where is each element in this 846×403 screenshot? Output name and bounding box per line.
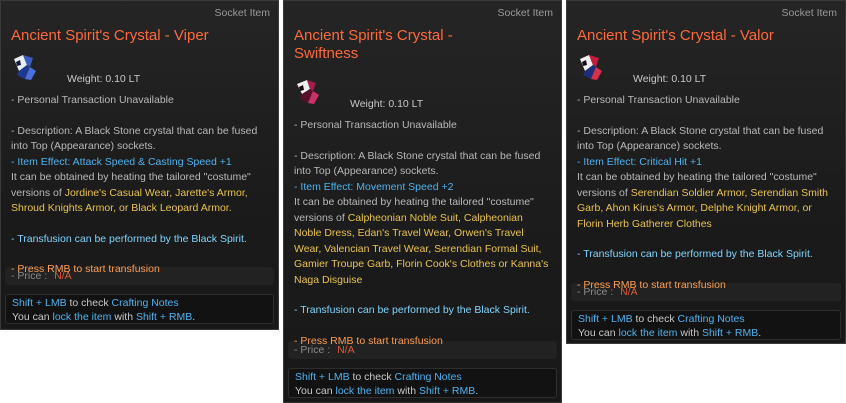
crystal-valor-icon[interactable]	[577, 53, 605, 83]
item-effect-line: - Item Effect: Movement Speed +2	[294, 180, 454, 193]
description-line-1: - Description: A Black Stone crystal tha…	[294, 149, 541, 162]
obtain-prefix: versions of	[577, 186, 631, 199]
weight-label: Weight: 0.10 LT	[633, 73, 707, 85]
price-value: N/A	[54, 270, 72, 282]
shift-rmb-key[interactable]: Shift + RMB	[419, 385, 475, 397]
crafting-notes-hint: Shift + LMB to check Crafting Notes You …	[288, 368, 557, 398]
tooltip-swiftness: Socket Item Ancient Spirit's Crystal - S…	[283, 0, 562, 403]
obtain-items: versions of Serendian Soldier Armor, Ser…	[577, 186, 837, 233]
description-line-2: into Top (Appearance) sockets.	[294, 165, 439, 177]
price-row: - Price : N/A	[288, 341, 557, 359]
price-label: - Price :	[577, 286, 614, 298]
lock-item-link[interactable]: lock the item	[52, 311, 111, 323]
obtain-items: versions of Jordine's Casual Wear, Jaret…	[11, 186, 270, 217]
price-row: - Price : N/A	[5, 267, 274, 285]
crafting-notes-link[interactable]: Crafting Notes	[678, 313, 745, 325]
item-type-label: Socket Item	[781, 7, 837, 19]
obtain-prefix: versions of	[11, 186, 65, 199]
price-value: N/A	[337, 344, 355, 356]
transfusion-line: - Transfusion can be performed by the Bl…	[294, 304, 530, 316]
transaction-line: - Personal Transaction Unavailable	[11, 94, 174, 106]
crystal-swiftness-icon[interactable]	[294, 77, 322, 107]
shift-lmb-key[interactable]: Shift + LMB	[12, 297, 67, 309]
tooltip-viper: Socket Item Ancient Spirit's Crystal - V…	[0, 0, 279, 330]
crystal-viper-icon[interactable]	[11, 53, 39, 83]
crafting-notes-hint: Shift + LMB to check Crafting Notes You …	[5, 294, 274, 324]
lock-item-link[interactable]: lock the item	[335, 385, 394, 397]
item-type-label: Socket Item	[214, 7, 270, 19]
description-line-2: into Top (Appearance) sockets.	[577, 140, 722, 152]
crafting-notes-link[interactable]: Crafting Notes	[395, 371, 462, 383]
shift-rmb-key[interactable]: Shift + RMB	[702, 327, 758, 339]
obtain-items: versions of Calpheonian Noble Suit, Calp…	[294, 211, 553, 289]
item-effect-line: - Item Effect: Attack Speed & Casting Sp…	[11, 155, 232, 168]
description-line-2: into Top (Appearance) sockets.	[11, 140, 156, 152]
item-name: Ancient Spirit's Crystal - Valor	[577, 27, 774, 44]
tooltip-valor: Socket Item Ancient Spirit's Crystal - V…	[566, 0, 846, 344]
description-line-1: - Description: A Black Stone crystal tha…	[11, 124, 258, 137]
transfusion-line: - Transfusion can be performed by the Bl…	[577, 248, 813, 260]
crafting-notes-link[interactable]: Crafting Notes	[112, 297, 179, 309]
shift-rmb-key[interactable]: Shift + RMB	[136, 311, 192, 323]
price-label: - Price :	[11, 270, 48, 282]
item-type-label: Socket Item	[497, 7, 553, 19]
price-value: N/A	[620, 286, 638, 298]
description-body: - Personal Transaction Unavailable - Des…	[294, 118, 553, 349]
weight-label: Weight: 0.10 LT	[67, 73, 141, 85]
shift-lmb-key[interactable]: Shift + LMB	[295, 371, 350, 383]
obtain-prefix: versions of	[294, 211, 348, 224]
item-name: Ancient Spirit's Crystal - Viper	[11, 27, 209, 44]
price-row: - Price : N/A	[571, 283, 841, 301]
item-effect-line: - Item Effect: Critical Hit +1	[577, 155, 702, 168]
description-body: - Personal Transaction Unavailable - Des…	[577, 93, 837, 293]
obtain-line: It can be obtained by heating the tailor…	[577, 171, 817, 183]
description-line-1: - Description: A Black Stone crystal tha…	[577, 124, 824, 137]
lock-item-link[interactable]: lock the item	[618, 327, 677, 339]
item-name: Ancient Spirit's Crystal - Swiftness	[294, 27, 453, 62]
price-label: - Price :	[294, 344, 331, 356]
transaction-line: - Personal Transaction Unavailable	[577, 94, 740, 106]
obtain-line: It can be obtained by heating the tailor…	[11, 171, 251, 183]
transfusion-line: - Transfusion can be performed by the Bl…	[11, 232, 247, 245]
description-body: - Personal Transaction Unavailable - Des…	[11, 93, 270, 278]
transaction-line: - Personal Transaction Unavailable	[294, 119, 457, 131]
weight-label: Weight: 0.10 LT	[350, 98, 424, 110]
crafting-notes-hint: Shift + LMB to check Crafting Notes You …	[571, 310, 841, 340]
obtain-line: It can be obtained by heating the tailor…	[294, 196, 534, 208]
shift-lmb-key[interactable]: Shift + LMB	[578, 313, 633, 325]
